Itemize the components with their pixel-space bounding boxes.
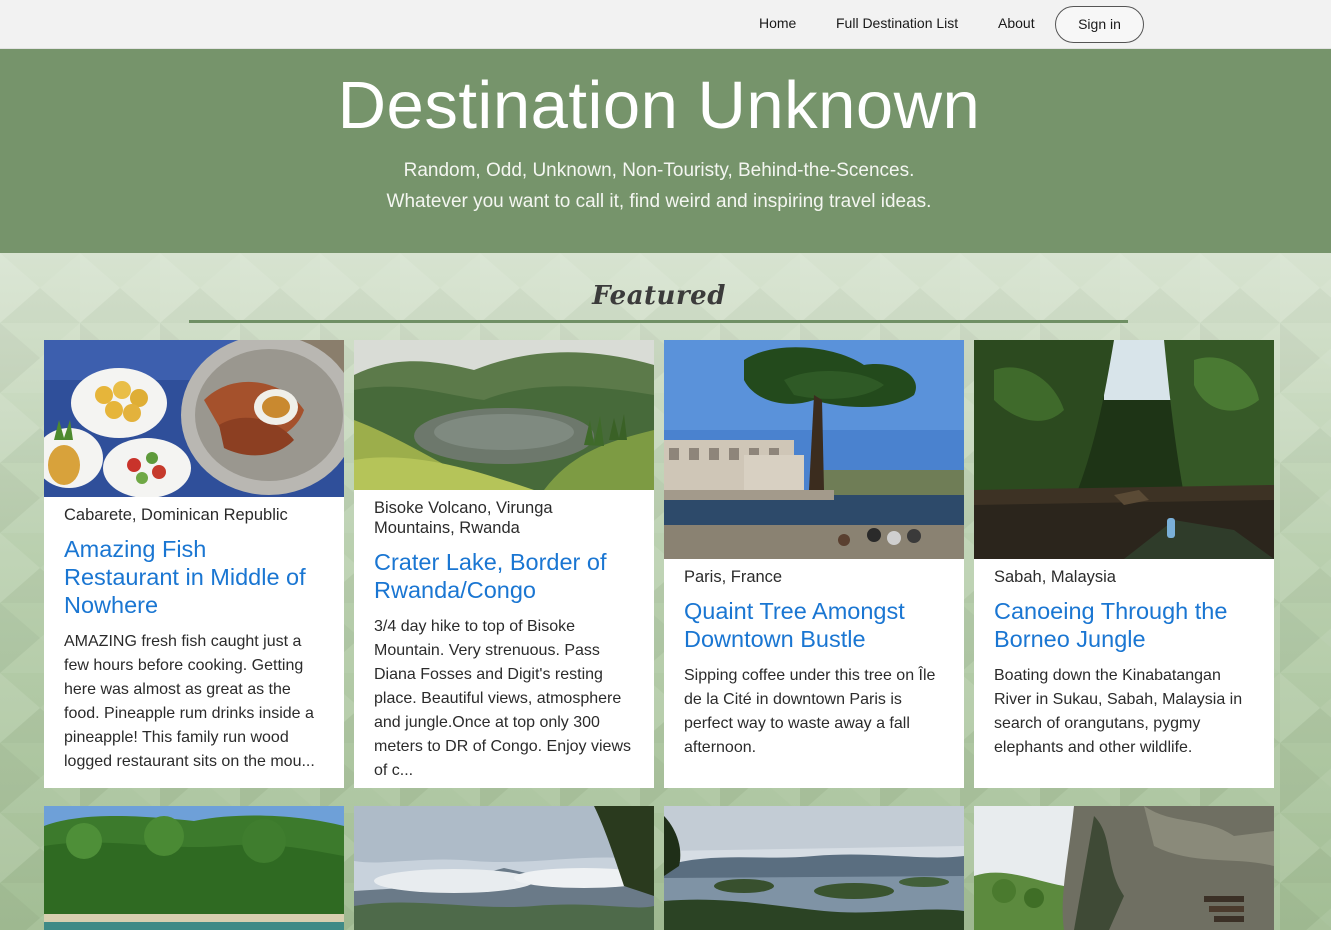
card-description: AMAZING fresh fish caught just a few hou… (64, 633, 315, 770)
destination-card[interactable]: Cabarete, Dominican Republic Amazing Fis… (44, 340, 344, 788)
jungle-river-photo (974, 340, 1274, 559)
destination-card[interactable] (974, 806, 1274, 930)
paris-tree-photo (664, 340, 964, 559)
hero-banner: Destination Unknown Random, Odd, Unknown… (0, 49, 1331, 253)
destination-card[interactable] (354, 806, 654, 930)
lake-islands-photo (664, 806, 964, 930)
seafood-plate-photo (44, 340, 344, 497)
nav-about-link[interactable]: About (998, 15, 1035, 31)
card-location: Cabarete, Dominican Republic (64, 506, 288, 524)
limestone-cliff-photo (974, 806, 1274, 930)
hero-subtitle-line2: Whatever you want to call it, find weird… (386, 191, 932, 212)
featured-divider (189, 320, 1128, 323)
card-title-link[interactable]: Quaint Tree Amongst Downtown Bustle (684, 597, 944, 653)
mountain-clouds-photo (354, 806, 654, 930)
nav-full-destination-list-link[interactable]: Full Destination List (836, 15, 958, 31)
card-title-link[interactable]: Amazing Fish Restaurant in Middle of Now… (64, 535, 324, 619)
card-description: 3/4 day hike to top of Bisoke Mountain. … (374, 618, 631, 779)
tropical-island-photo (44, 806, 344, 930)
sign-in-button[interactable]: Sign in (1055, 6, 1144, 43)
crater-lake-photo (354, 340, 654, 490)
card-location: Paris, France (684, 568, 783, 586)
card-description: Sipping coffee under this tree on Île de… (684, 667, 936, 756)
destination-card[interactable]: Paris, France Quaint Tree Amongst Downto… (664, 340, 964, 788)
card-location: Bisoke Volcano, Virunga Mountains, Rwand… (374, 499, 553, 537)
destination-card[interactable]: Bisoke Volcano, Virunga Mountains, Rwand… (354, 340, 654, 788)
site-title: Destination Unknown (337, 68, 981, 143)
card-description: Boating down the Kinabatangan River in S… (994, 667, 1243, 756)
card-title-link[interactable]: Crater Lake, Border of Rwanda/Congo (374, 548, 634, 604)
nav-home-link[interactable]: Home (759, 15, 796, 31)
top-navbar: Home Full Destination List About Sign in (0, 0, 1331, 49)
featured-heading: Featured (592, 281, 726, 311)
hero-subtitle-line1: Random, Odd, Unknown, Non-Touristy, Behi… (403, 160, 915, 181)
destination-card[interactable] (44, 806, 344, 930)
destination-card[interactable] (664, 806, 964, 930)
card-title-link[interactable]: Canoeing Through the Borneo Jungle (994, 597, 1254, 653)
destination-card[interactable]: Sabah, Malaysia Canoeing Through the Bor… (974, 340, 1274, 788)
card-location: Sabah, Malaysia (994, 568, 1116, 586)
